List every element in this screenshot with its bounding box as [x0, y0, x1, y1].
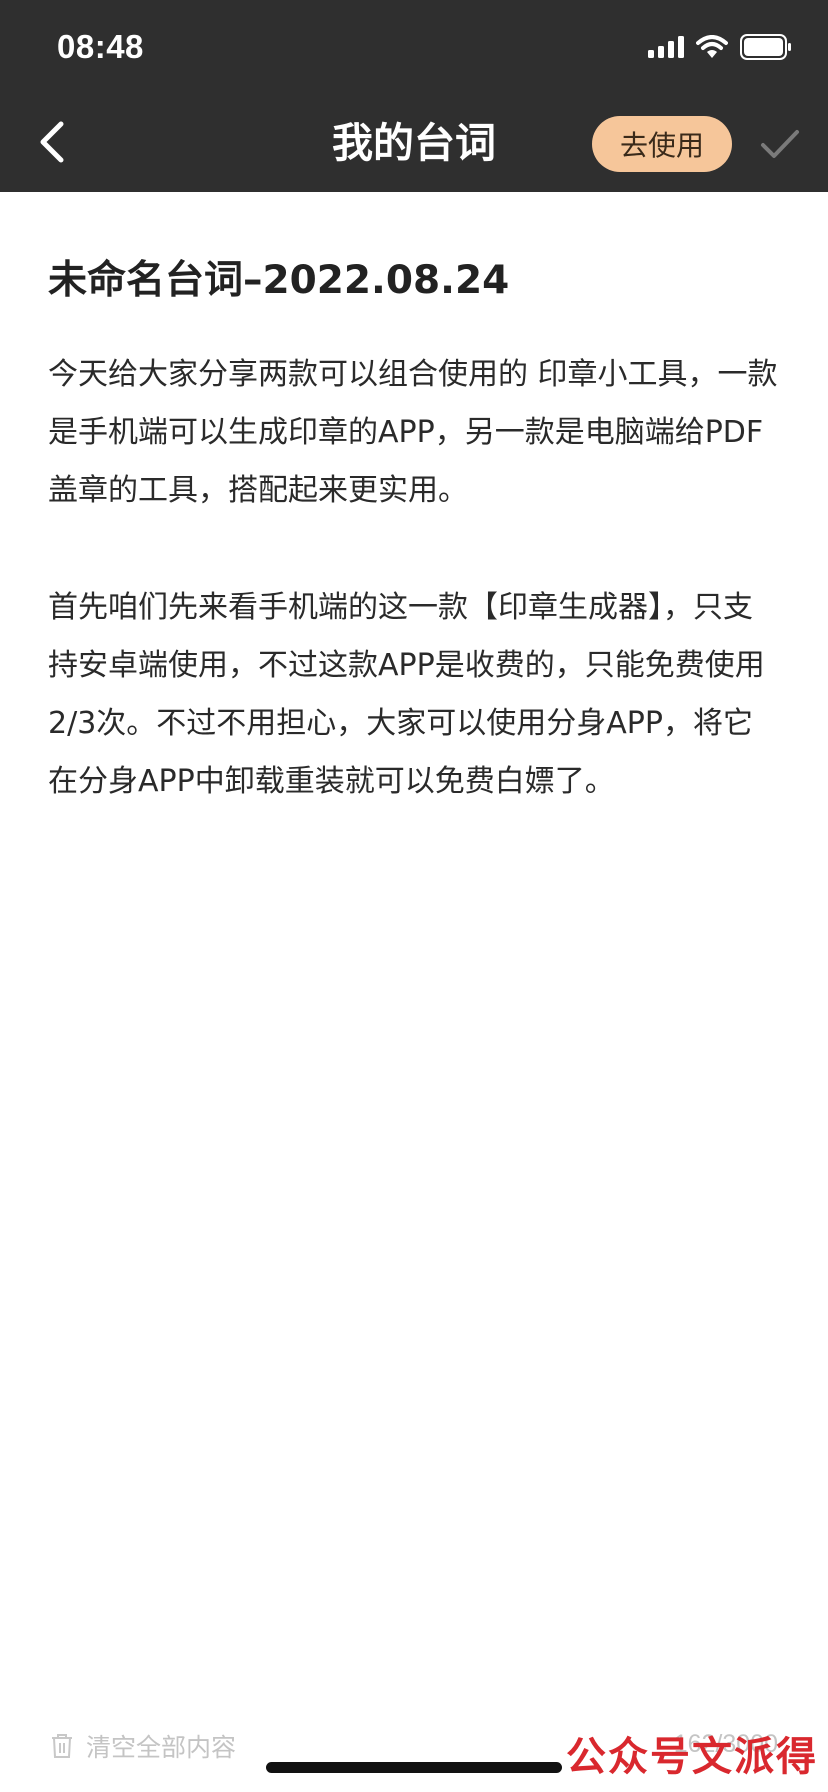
top-bar: 08:48 我的台词 去使用 — [0, 0, 828, 192]
signal-icon — [648, 36, 684, 62]
screen: 08:48 我的台词 去使用 未命名台词–2022.08.24 今天给大家分享两… — [0, 0, 828, 1792]
use-button[interactable]: 去使用 — [592, 116, 732, 172]
confirm-button[interactable] — [754, 118, 806, 170]
status-icons — [648, 34, 792, 64]
document-title[interactable]: 未命名台词–2022.08.24 — [48, 256, 788, 306]
home-indicator[interactable] — [266, 1762, 562, 1773]
wifi-icon — [696, 35, 728, 63]
status-time: 08:48 — [57, 28, 144, 65]
clear-all-button[interactable]: 清空全部内容 — [50, 1728, 236, 1764]
clear-all-label: 清空全部内容 — [86, 1733, 237, 1762]
paragraph[interactable]: 首先咱们先来看手机端的这一款【印章生成器】，只支持安卓端使用，不过这款APP是收… — [48, 579, 780, 811]
trash-icon — [52, 1734, 72, 1758]
paragraph[interactable]: 今天给大家分享两款可以组合使用的 印章小工具，一款是手机端可以生成印章的APP，… — [48, 346, 780, 520]
check-icon — [761, 130, 799, 158]
battery-icon — [740, 34, 792, 64]
watermark: 公众号文派得 — [566, 1734, 818, 1780]
